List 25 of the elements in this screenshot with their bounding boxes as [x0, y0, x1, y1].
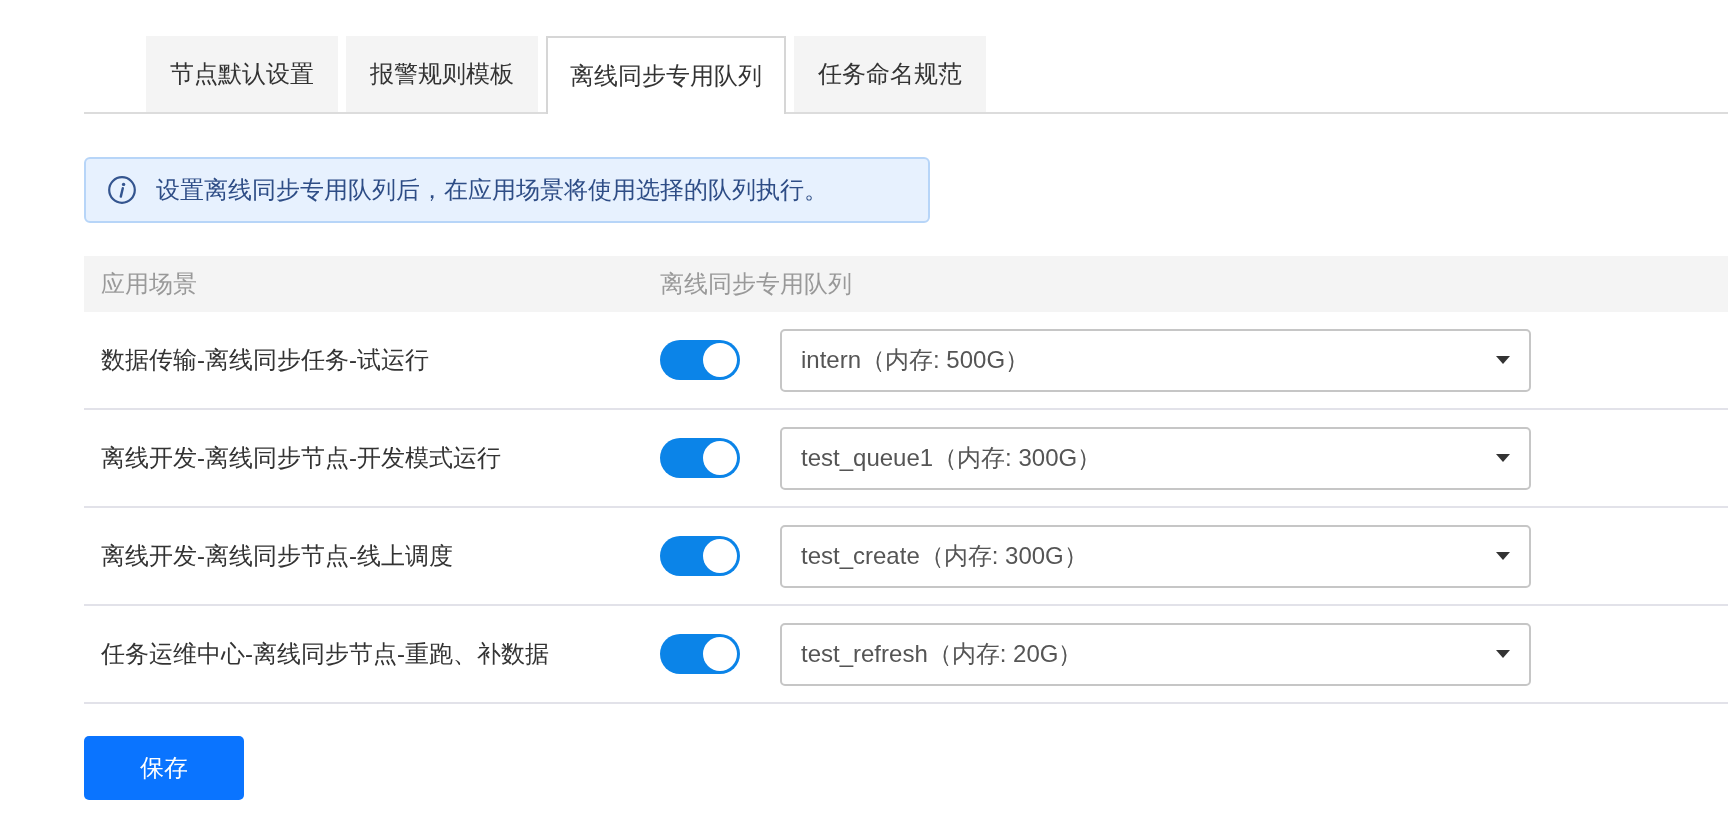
column-header: 离线同步专用队列 [660, 269, 852, 299]
toggle-switch[interactable] [660, 634, 740, 674]
queue-select[interactable]: test_refresh（内存: 20G） [780, 622, 1531, 686]
toggle-switch[interactable] [660, 438, 740, 478]
queue-select[interactable]: intern（内存: 500G） [780, 328, 1531, 392]
save-button[interactable]: 保存 [84, 736, 244, 800]
toggle-switch[interactable] [660, 340, 740, 380]
caret-icon [1496, 650, 1510, 658]
table-cell-text: 数据传输-离线同步任务-试运行 [101, 345, 429, 375]
table-cell-text: 任务运维中心-离线同步节点-重跑、补数据 [101, 639, 549, 669]
caret-icon [1496, 454, 1510, 462]
toggle-switch[interactable] [660, 536, 740, 576]
notice-text: 设置离线同步专用队列后，在应用场景将使用选择的队列执行。 [156, 175, 828, 205]
tab[interactable]: 报警规则模板 [346, 36, 538, 112]
column-header: 应用场景 [101, 269, 197, 299]
tab[interactable]: 节点默认设置 [146, 36, 338, 112]
table-cell-text: 离线开发-离线同步节点-开发模式运行 [101, 443, 501, 473]
info-icon [108, 176, 136, 204]
tab[interactable]: 离线同步专用队列 [546, 36, 786, 114]
caret-icon [1496, 356, 1510, 364]
caret-icon [1496, 552, 1510, 560]
queue-select[interactable]: test_queue1（内存: 300G） [780, 426, 1531, 490]
tab[interactable]: 任务命名规范 [794, 36, 986, 112]
queue-select[interactable]: test_create（内存: 300G） [780, 524, 1531, 588]
table-cell-text: 离线开发-离线同步节点-线上调度 [101, 541, 453, 571]
